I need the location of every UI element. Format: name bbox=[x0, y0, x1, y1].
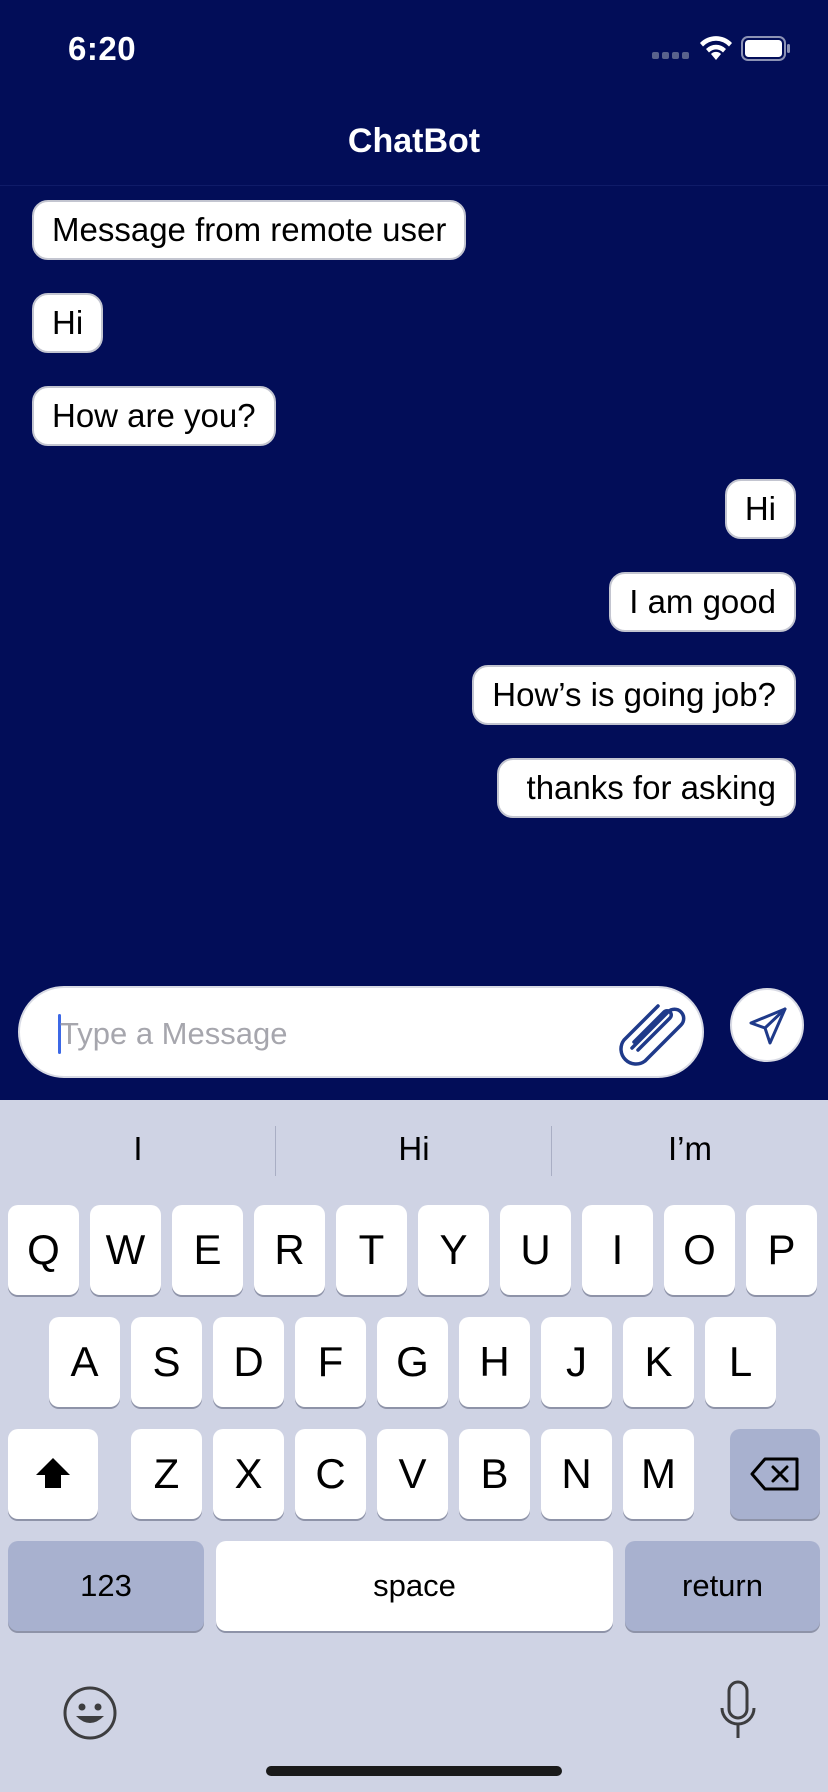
emoji-icon[interactable] bbox=[62, 1685, 118, 1741]
paperclip-icon[interactable] bbox=[618, 1000, 690, 1066]
key-m[interactable]: M bbox=[623, 1429, 694, 1519]
battery-icon bbox=[741, 36, 790, 61]
navigation-bar: ChatBot bbox=[0, 100, 828, 186]
key-o[interactable]: O bbox=[664, 1205, 735, 1295]
wifi-icon bbox=[700, 36, 732, 60]
message-input-container[interactable] bbox=[18, 986, 704, 1078]
message-input[interactable] bbox=[60, 1006, 590, 1062]
key-e[interactable]: E bbox=[172, 1205, 243, 1295]
key-w[interactable]: W bbox=[90, 1205, 161, 1295]
space-key[interactable]: space bbox=[216, 1541, 613, 1631]
key-p[interactable]: P bbox=[746, 1205, 817, 1295]
message-bubble-sent[interactable]: Hi bbox=[724, 479, 796, 539]
key-r[interactable]: R bbox=[254, 1205, 325, 1295]
delete-key[interactable] bbox=[730, 1429, 820, 1519]
page-title: ChatBot bbox=[347, 122, 481, 160]
key-f[interactable]: F bbox=[295, 1317, 366, 1407]
key-d[interactable]: D bbox=[213, 1317, 284, 1407]
key-g[interactable]: G bbox=[377, 1317, 448, 1407]
key-l[interactable]: L bbox=[705, 1317, 776, 1407]
key-a[interactable]: A bbox=[49, 1317, 120, 1407]
send-button[interactable] bbox=[730, 988, 804, 1062]
shift-key[interactable] bbox=[8, 1429, 98, 1519]
suggestion-item[interactable]: I bbox=[0, 1130, 276, 1168]
suggestion-item[interactable]: Hi bbox=[276, 1130, 552, 1168]
message-bubble-received[interactable]: Hi bbox=[32, 293, 104, 353]
key-q[interactable]: Q bbox=[8, 1205, 79, 1295]
status-time: 6:20 bbox=[68, 30, 137, 67]
key-x[interactable]: X bbox=[213, 1429, 284, 1519]
key-h[interactable]: H bbox=[459, 1317, 530, 1407]
key-s[interactable]: S bbox=[131, 1317, 202, 1407]
keyboard: I Hi I’m Q W E R T Y U I O P A S D F G H… bbox=[0, 1100, 828, 1792]
key-b[interactable]: B bbox=[459, 1429, 530, 1519]
status-bar: 6:20 bbox=[0, 0, 828, 100]
key-i[interactable]: I bbox=[582, 1205, 653, 1295]
key-v[interactable]: V bbox=[377, 1429, 448, 1519]
key-c[interactable]: C bbox=[295, 1429, 366, 1519]
backspace-icon bbox=[750, 1457, 799, 1491]
key-j[interactable]: J bbox=[541, 1317, 612, 1407]
shift-icon bbox=[36, 1458, 70, 1488]
cellular-signal-icon bbox=[652, 52, 690, 60]
key-z[interactable]: Z bbox=[131, 1429, 202, 1519]
home-indicator[interactable] bbox=[266, 1766, 562, 1776]
microphone-icon[interactable] bbox=[718, 1680, 758, 1742]
return-key[interactable]: return bbox=[625, 1541, 820, 1631]
message-bubble-received[interactable]: How are you? bbox=[32, 386, 276, 446]
suggestion-item[interactable]: I’m bbox=[552, 1130, 828, 1168]
key-n[interactable]: N bbox=[541, 1429, 612, 1519]
message-bubble-sent[interactable]: thanks for asking bbox=[496, 758, 796, 818]
message-composer bbox=[0, 976, 828, 1100]
message-bubble-received[interactable]: Message from remote user bbox=[32, 200, 467, 260]
key-t[interactable]: T bbox=[336, 1205, 407, 1295]
key-k[interactable]: K bbox=[623, 1317, 694, 1407]
send-icon bbox=[749, 1007, 787, 1045]
message-list[interactable]: Message from remote user Hi How are you?… bbox=[0, 186, 828, 976]
message-bubble-sent[interactable]: I am good bbox=[609, 572, 796, 632]
key-y[interactable]: Y bbox=[418, 1205, 489, 1295]
predictive-text-bar: I Hi I’m bbox=[0, 1100, 828, 1200]
key-u[interactable]: U bbox=[500, 1205, 571, 1295]
message-bubble-sent[interactable]: How’s is going job? bbox=[472, 665, 796, 725]
numbers-key[interactable]: 123 bbox=[8, 1541, 204, 1631]
